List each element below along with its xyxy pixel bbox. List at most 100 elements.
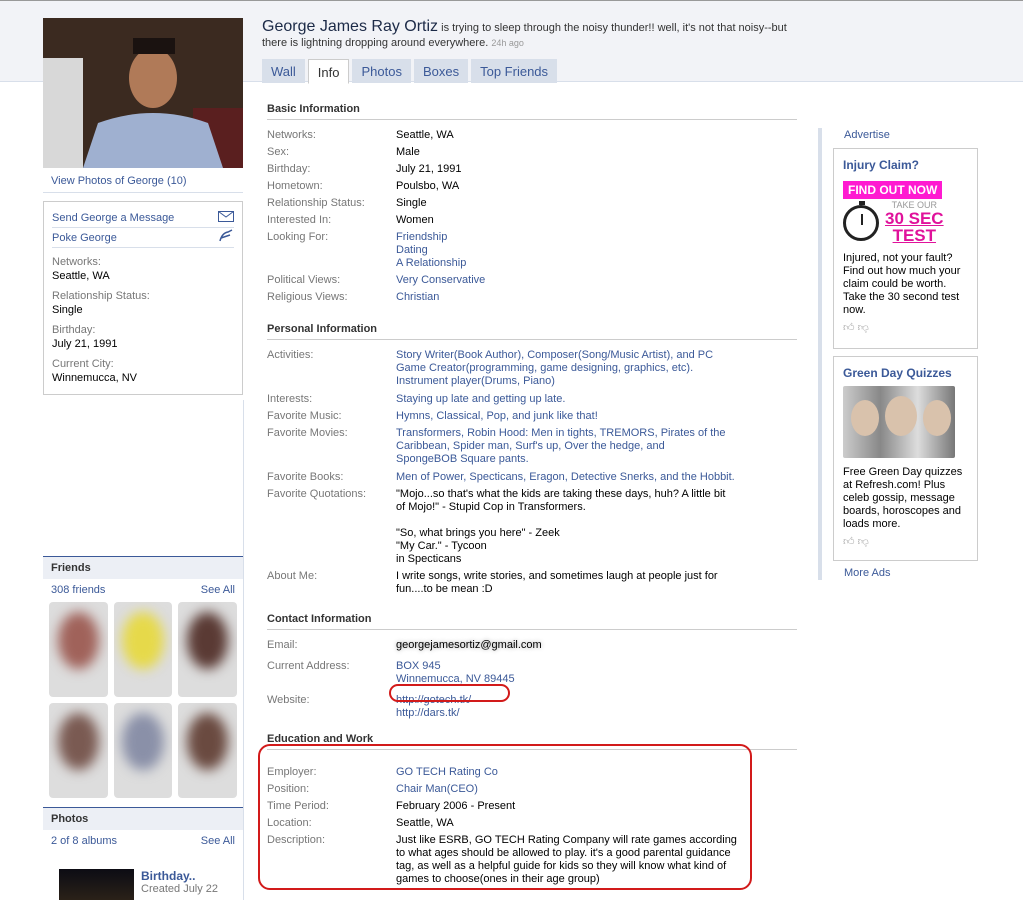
profile-photo-image [43,18,243,168]
looking-for-dating-link[interactable]: Dating [396,244,797,257]
ad-injury-claim[interactable]: Injury Claim? FIND OUT NOW TAKE OUR 30 S… [833,148,978,349]
basic-row-networks: Networks: Seattle, WA [267,129,797,142]
ad-image[interactable] [843,386,955,458]
personal-row-interests: Interests: Staying up late and getting up… [267,393,797,406]
ad-test-text: TAKE OUR 30 SEC TEST [885,201,944,245]
profile-tabs: Wall Info Photos Boxes Top Friends [262,59,558,84]
thumbs-down-icon[interactable]: 👎︎ [858,322,869,334]
about-value: I write songs, write stories, and someti… [396,570,718,595]
field-value: Single [396,197,427,209]
basic-row-hometown: Hometown: Poulsbo, WA [267,180,797,193]
tab-boxes[interactable]: Boxes [413,59,469,83]
contact-info-heading: Contact Information [267,613,797,630]
looking-for-friendship-link[interactable]: Friendship [396,231,797,244]
field-label: Political Views: [267,274,341,286]
thumbs-up-icon[interactable]: 👍︎ [843,536,855,548]
tab-info[interactable]: Info [307,59,350,84]
contact-row-email: Email: georgejamesortiz@gmail.com [267,639,797,652]
personal-info-section: Activities: Story Writer(Book Author), Co… [267,349,797,600]
tab-wall[interactable]: Wall [262,59,305,83]
thumbs-up-icon[interactable]: 👍︎ [843,322,855,334]
envelope-icon [218,210,234,225]
ad-title[interactable]: Injury Claim? [843,158,968,172]
music-value[interactable]: Hymns, Classical, Pop, and junk like tha… [396,410,797,423]
quote-spacer [396,514,737,527]
website-link-dars[interactable]: http://dars.tk/ [396,707,797,720]
ad-green-day[interactable]: Green Day Quizzes Free Green Day quizzes… [833,356,978,561]
current-city-value: Winnemucca, NV [52,372,137,384]
basic-info-heading: Basic Information [267,103,797,120]
left-column-rule [243,400,244,900]
friend-thumb[interactable] [178,703,237,798]
friends-see-all-link[interactable]: See All [201,584,235,596]
annotation-box [258,744,752,890]
personal-row-books: Favorite Books: Men of Power, Specticans,… [267,471,797,484]
tab-top-friends[interactable]: Top Friends [471,59,558,83]
address-value: BOX 945 Winnemucca, NV 89445 [396,660,797,686]
friend-thumb[interactable] [113,703,173,798]
political-views-link[interactable]: Very Conservative [396,274,797,287]
personal-row-quotes: Favorite Quotations: "Mojo...so that's w… [267,488,797,566]
friend-thumb[interactable] [49,703,108,798]
photos-see-all-link[interactable]: See All [201,835,235,847]
relationship-value: Single [52,304,83,316]
religious-views-link[interactable]: Christian [396,291,797,304]
basic-row-relationship: Relationship Status: Single [267,197,797,210]
quotes-value: "Mojo...so that's what the kids are taki… [396,488,797,566]
poke-row[interactable]: Poke George [52,228,234,248]
relationship-label: Relationship Status: [52,290,150,302]
quote-line: "So, what brings you here" - Zeek [396,527,560,539]
address-line-link[interactable]: BOX 945 [396,660,797,673]
activities-value[interactable]: Story Writer(Book Author), Composer(Song… [396,349,797,388]
friend-thumb[interactable] [178,602,237,697]
movies-value[interactable]: Transformers, Robin Hood: Men in tights,… [396,427,797,466]
album-title-link[interactable]: Birthday.. [141,869,195,883]
advertise-link[interactable]: Advertise [844,129,890,141]
poke-link[interactable]: Poke George [52,232,117,244]
looking-for-relationship-link[interactable]: A Relationship [396,257,797,270]
basic-row-sex: Sex: Male [267,146,797,159]
album-thumbnail[interactable] [59,869,134,900]
ad-image-face [923,400,951,436]
ad-cta-button[interactable]: FIND OUT NOW [843,181,943,199]
contact-info-section: Email: georgejamesortiz@gmail.com Current… [267,639,797,724]
profile-photo[interactable] [43,18,243,168]
basic-row-religious: Religious Views: Christian [267,291,797,304]
view-photos-link[interactable]: View Photos of George (10) [43,173,243,193]
basic-row-looking-for: Looking For: Friendship Dating A Relatio… [267,231,797,270]
books-value[interactable]: Men of Power, Specticans, Eragon, Detect… [396,471,797,484]
ad-title[interactable]: Green Day Quizzes [843,366,968,380]
thumbs-down-icon[interactable]: 👎︎ [858,536,869,548]
field-value: July 21, 1991 [396,163,462,175]
view-photos-text[interactable]: View Photos of George (10) [51,175,187,187]
networks-label: Networks: [52,256,101,268]
basic-info-section: Networks: Seattle, WA Sex: Male Birthday: J… [267,129,797,308]
friend-thumb[interactable] [113,602,173,697]
profile-name[interactable]: George James Ray Ortiz [262,18,438,35]
personal-info-heading: Personal Information [267,323,797,340]
birthday-value: July 21, 1991 [52,338,118,350]
quote-line: in Specticans [396,553,462,565]
field-label: Networks: [267,129,316,141]
send-message-link[interactable]: Send George a Message [52,212,174,224]
personal-row-movies: Favorite Movies: Transformers, Robin Hood… [267,427,797,466]
field-value: Friendship Dating A Relationship [396,231,797,270]
send-message-row[interactable]: Send George a Message [52,208,234,228]
friends-header: Friends [43,556,243,579]
field-label: Activities: [267,349,314,361]
albums-count-link[interactable]: 2 of 8 albums [51,835,117,847]
field-label: Current Address: [267,660,350,672]
status-time: 24h ago [491,38,524,48]
ad-image-face [885,396,917,436]
poke-hand-icon [218,229,234,246]
basic-row-birthday: Birthday: July 21, 1991 [267,163,797,176]
tab-photos[interactable]: Photos [352,59,411,83]
personal-row-music: Favorite Music: Hymns, Classical, Pop, an… [267,410,797,423]
friend-thumb[interactable] [49,602,108,697]
album-date: Created July 22 [141,883,219,895]
field-value: Male [396,146,420,158]
interests-value[interactable]: Staying up late and getting up late. [396,393,797,406]
more-ads-link[interactable]: More Ads [844,567,890,579]
field-label: Interests: [267,393,313,405]
friends-count-link[interactable]: 308 friends [51,584,105,596]
